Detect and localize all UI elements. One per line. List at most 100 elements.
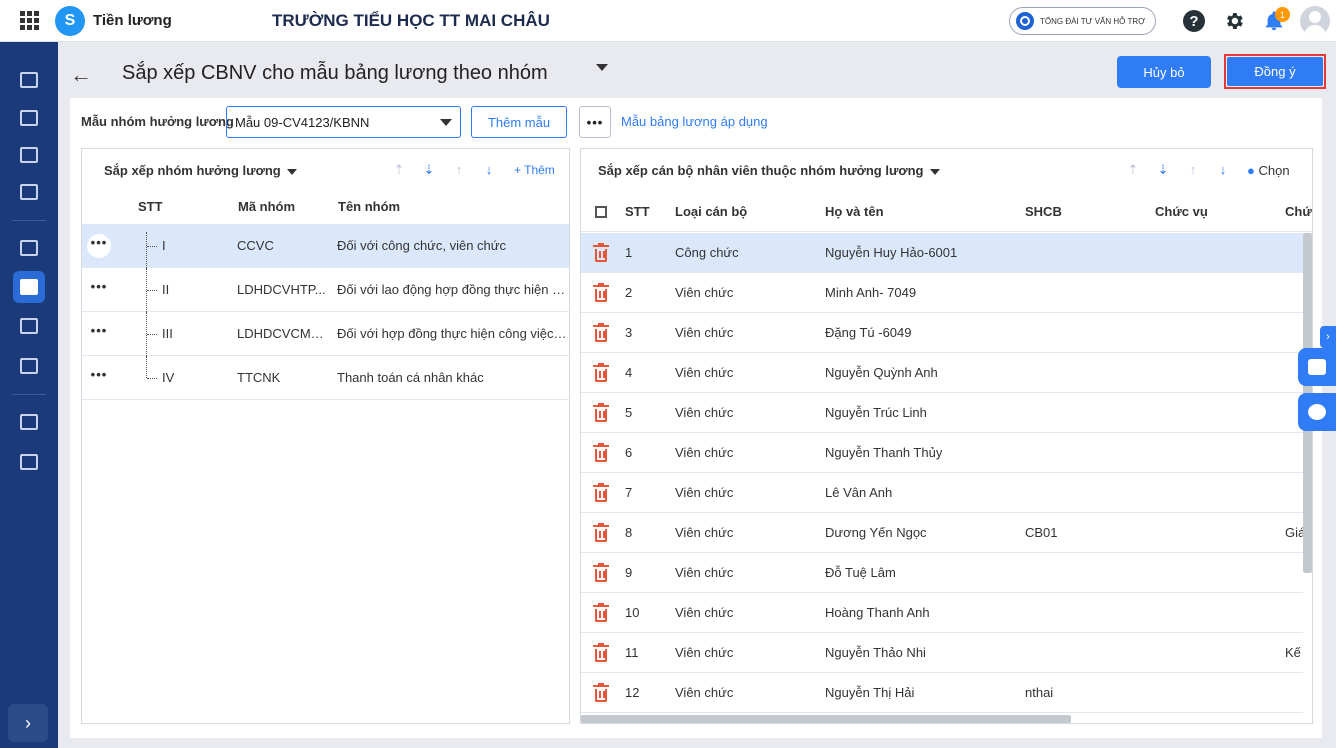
move-up-icon[interactable]: ↑ bbox=[1185, 162, 1201, 178]
trash-icon[interactable] bbox=[593, 563, 609, 582]
staff-table-row[interactable]: 10 Viên chức Hoàng Thanh Anh bbox=[581, 593, 1303, 633]
support-chat-icon[interactable] bbox=[1298, 393, 1336, 431]
nav-payroll-icon[interactable] bbox=[13, 102, 45, 134]
row-more-icon[interactable]: ••• bbox=[87, 278, 111, 302]
group-table-row[interactable]: ••• III LDHDCVCMN... Đối với hợp đồng thực … bbox=[82, 312, 569, 356]
nav-dashboard-icon[interactable] bbox=[13, 64, 45, 96]
group-name: Đối với công chức, viên chức bbox=[337, 238, 506, 253]
staff-name: Đặng Tú -6049 bbox=[825, 325, 912, 340]
staff-name: Dương Yến Ngọc bbox=[825, 525, 927, 540]
group-table-row[interactable]: ••• IV TTCNK Thanh toán cá nhân khác bbox=[82, 356, 569, 400]
template-select[interactable]: Mẫu 09-CV4123/KBNN bbox=[226, 106, 461, 138]
school-name: TRƯỜNG TIỂU HỌC TT MAI CHÂU bbox=[272, 11, 550, 30]
tree-line bbox=[146, 356, 147, 378]
staff-table-row[interactable]: 11 Viên chức Nguyễn Thảo Nhi Kế bbox=[581, 633, 1303, 673]
trash-icon[interactable] bbox=[593, 603, 609, 622]
trash-icon[interactable] bbox=[593, 283, 609, 302]
move-bottom-icon[interactable]: ⇣ bbox=[1155, 162, 1171, 178]
row-more-icon[interactable]: ••• bbox=[87, 366, 111, 390]
staff-table-row[interactable]: 7 Viên chức Lê Vân Anh bbox=[581, 473, 1303, 513]
move-top-icon[interactable]: ⇡ bbox=[1125, 162, 1141, 178]
staff-stt: 11 bbox=[625, 645, 639, 660]
col-position: Chức vụ bbox=[1155, 204, 1208, 219]
group-table-row[interactable]: ••• II LDHDCVHTP... Đối với lao động hợp đồ… bbox=[82, 268, 569, 312]
staff-table-row[interactable]: 1 Công chức Nguyễn Huy Hảo-6001 bbox=[581, 233, 1303, 273]
trash-icon[interactable] bbox=[593, 403, 609, 422]
hotline-button[interactable]: TỔNG ĐÀI TƯ VẤN HỖ TRỢ bbox=[1009, 7, 1156, 35]
staff-table-row[interactable]: 12 Viên chức Nguyễn Thị Hải nthai bbox=[581, 673, 1303, 713]
nav-list-icon[interactable] bbox=[13, 232, 45, 264]
add-group-button[interactable]: + Thêm bbox=[514, 163, 555, 177]
tree-branch bbox=[147, 334, 157, 335]
group-code: LDHDCVHTP... bbox=[237, 282, 326, 297]
nav-calculator-icon[interactable] bbox=[13, 406, 45, 438]
staff-table-row[interactable]: 9 Viên chức Đỗ Tuệ Lâm bbox=[581, 553, 1303, 593]
trash-icon[interactable] bbox=[593, 243, 609, 262]
staff-type: Viên chức bbox=[675, 565, 734, 580]
staff-type: Công chức bbox=[675, 245, 739, 260]
trash-icon[interactable] bbox=[593, 643, 609, 662]
trash-icon[interactable] bbox=[593, 483, 609, 502]
apps-grid-icon[interactable] bbox=[20, 10, 40, 31]
staff-stt: 9 bbox=[625, 565, 633, 580]
staff-stt: 1 bbox=[625, 245, 633, 260]
template-label: Mẫu nhóm hưởng lương bbox=[81, 114, 234, 129]
help-icon[interactable]: ? bbox=[1183, 10, 1205, 32]
move-bottom-icon[interactable]: ⇣ bbox=[421, 162, 437, 178]
row-more-icon[interactable]: ••• bbox=[87, 322, 111, 346]
col-stt: STT bbox=[138, 199, 163, 214]
move-down-icon[interactable]: ↓ bbox=[1215, 162, 1231, 178]
ok-button[interactable]: Đồng ý bbox=[1227, 57, 1323, 86]
choose-staff-button[interactable]: ● Chọn bbox=[1247, 163, 1290, 178]
nav-money-icon[interactable] bbox=[13, 139, 45, 171]
more-options-button[interactable]: ••• bbox=[579, 106, 611, 138]
staff-stt: 8 bbox=[625, 525, 633, 540]
group-panel-title[interactable]: Sắp xếp nhóm hưởng lương bbox=[104, 163, 297, 178]
staff-type: Viên chức bbox=[675, 605, 734, 620]
avatar[interactable] bbox=[1300, 6, 1330, 36]
nav-settings-doc-icon[interactable] bbox=[13, 310, 45, 342]
horizontal-scrollbar[interactable] bbox=[581, 715, 1071, 723]
trash-icon[interactable] bbox=[593, 683, 609, 702]
staff-table-row[interactable]: 3 Viên chức Đặng Tú -6049 bbox=[581, 313, 1303, 353]
title-dropdown-icon[interactable] bbox=[596, 64, 608, 71]
app-logo-icon: S bbox=[55, 5, 85, 36]
staff-name: Nguyễn Quỳnh Anh bbox=[825, 365, 938, 380]
group-panel: Sắp xếp nhóm hưởng lương ⇡ ⇣ ↑ ↓ + Thêm … bbox=[81, 148, 570, 724]
staff-panel-title[interactable]: Sắp xếp cán bộ nhân viên thuộc nhóm hưởn… bbox=[598, 163, 940, 178]
staff-table-row[interactable]: 4 Viên chức Nguyễn Quỳnh Anh bbox=[581, 353, 1303, 393]
trash-icon[interactable] bbox=[593, 323, 609, 342]
staff-table-row[interactable]: 8 Viên chức Dương Yến Ngọc CB01 Giá bbox=[581, 513, 1305, 553]
group-stt: I bbox=[162, 238, 166, 253]
nav-cube-icon[interactable] bbox=[13, 446, 45, 478]
back-arrow-icon[interactable]: ← bbox=[70, 62, 92, 88]
left-nav: › bbox=[0, 42, 58, 748]
staff-type: Viên chức bbox=[675, 325, 734, 340]
feedback-icon[interactable] bbox=[1298, 348, 1336, 386]
nav-staff-icon[interactable] bbox=[13, 271, 45, 303]
move-down-icon[interactable]: ↓ bbox=[481, 162, 497, 178]
trash-icon[interactable] bbox=[593, 363, 609, 382]
trash-icon[interactable] bbox=[593, 443, 609, 462]
staff-table-row[interactable]: 2 Viên chức Minh Anh- 7049 bbox=[581, 273, 1303, 313]
cancel-button[interactable]: Hủy bỏ bbox=[1117, 56, 1211, 88]
gear-icon[interactable] bbox=[1223, 10, 1245, 32]
move-up-icon[interactable]: ↑ bbox=[451, 162, 467, 178]
staff-table-row[interactable]: 5 Viên chức Nguyễn Trúc Linh bbox=[581, 393, 1303, 433]
staff-table-row[interactable]: 6 Viên chức Nguyễn Thanh Thủy bbox=[581, 433, 1303, 473]
column-settings-icon[interactable] bbox=[595, 206, 607, 218]
group-table-row[interactable]: ••• I CCVC Đối với công chức, viên chức bbox=[82, 224, 569, 268]
tree-branch bbox=[147, 290, 157, 291]
move-top-icon[interactable]: ⇡ bbox=[391, 162, 407, 178]
staff-name: Nguyễn Huy Hảo-6001 bbox=[825, 245, 958, 260]
staff-type: Viên chức bbox=[675, 365, 734, 380]
nav-expand-button[interactable]: › bbox=[8, 704, 48, 742]
side-panel-toggle[interactable]: › bbox=[1320, 326, 1336, 348]
nav-config-doc-icon[interactable] bbox=[13, 350, 45, 382]
row-more-icon[interactable]: ••• bbox=[87, 234, 111, 258]
add-template-button[interactable]: Thêm mẫu bbox=[471, 106, 567, 138]
trash-icon[interactable] bbox=[593, 523, 609, 542]
nav-report-icon[interactable] bbox=[13, 176, 45, 208]
staff-shcb: nthai bbox=[1025, 685, 1054, 700]
applied-template-link[interactable]: Mẫu bảng lương áp dụng bbox=[621, 114, 768, 129]
